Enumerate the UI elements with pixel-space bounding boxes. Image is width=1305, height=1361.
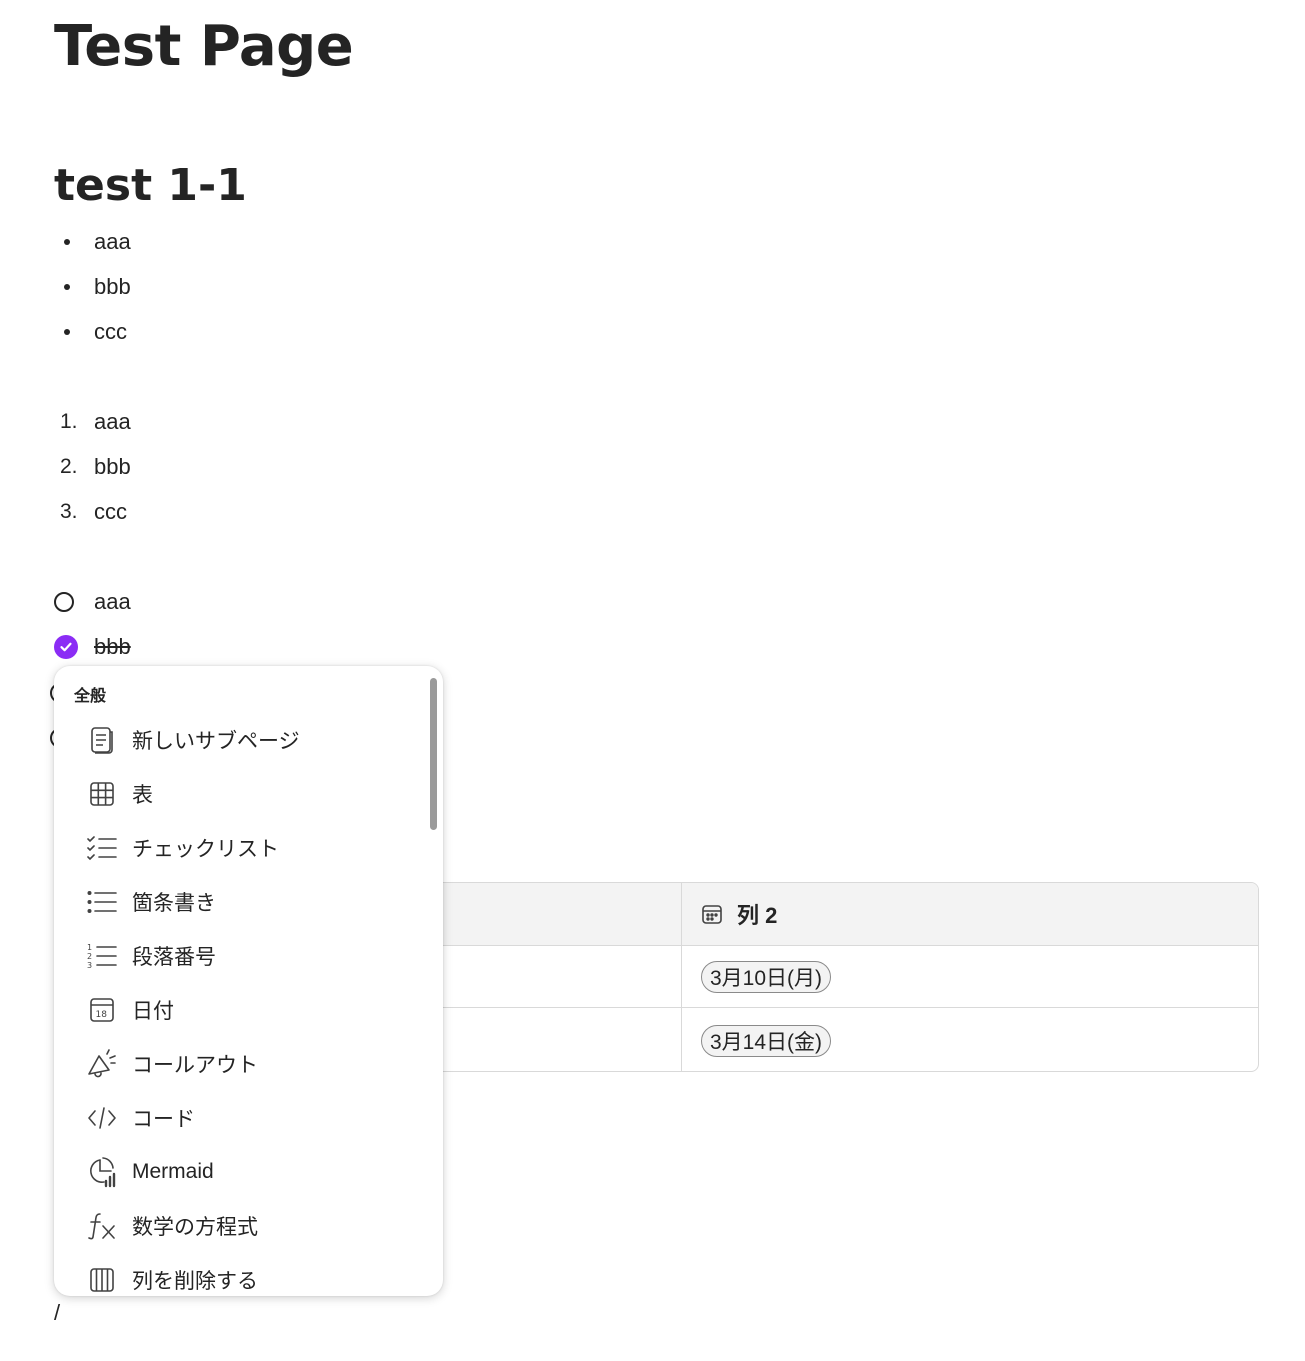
slash-command-menu: 全般 新しいサブページ 表 チェックリスト 箇条書き 1 2 3 段落番号 18…	[54, 666, 443, 1296]
code-icon	[84, 1100, 120, 1136]
menu-item-label: 段落番号	[132, 946, 216, 969]
date-pill[interactable]: 3月14日(金)	[701, 1025, 832, 1057]
menu-item-label: 新しいサブページ	[132, 730, 300, 753]
menu-item-label: コールアウト	[132, 1054, 258, 1077]
number-marker: 3.	[60, 500, 78, 523]
bullet-item[interactable]: bbb	[54, 269, 131, 305]
menu-item-label: コード	[132, 1108, 195, 1131]
number-marker: 1.	[60, 410, 78, 433]
document-icon	[84, 722, 120, 758]
bullet-text[interactable]: aaa	[94, 229, 131, 255]
numbered-list-icon: 1 2 3	[84, 938, 120, 974]
unchecked-checkbox[interactable]	[54, 592, 74, 612]
menu-item-date[interactable]: 18 日付	[54, 986, 424, 1034]
column-2-title: 列 2	[737, 903, 778, 928]
menu-item-math-equation[interactable]: 数学の方程式	[54, 1202, 424, 1250]
numbered-text[interactable]: bbb	[94, 454, 131, 480]
bullet-list-icon	[84, 884, 120, 920]
function-icon	[84, 1208, 120, 1244]
delete-column-icon	[84, 1262, 120, 1296]
calendar-icon	[701, 903, 723, 925]
chart-icon	[84, 1154, 120, 1190]
numbered-text[interactable]: ccc	[94, 499, 127, 525]
bullet-item[interactable]: ccc	[54, 314, 127, 350]
menu-item-label: 数学の方程式	[132, 1216, 258, 1239]
menu-item-delete-column[interactable]: 列を削除する	[54, 1256, 424, 1296]
menu-item-mermaid[interactable]: Mermaid	[54, 1148, 424, 1196]
checklist-item[interactable]: bbb	[54, 629, 131, 665]
svg-text:3: 3	[87, 961, 92, 970]
page-title[interactable]: Test Page	[54, 14, 354, 80]
menu-item-label: Mermaid	[132, 1160, 214, 1183]
bullet-marker	[54, 284, 94, 290]
bullet-marker	[54, 239, 94, 245]
svg-text:1: 1	[87, 943, 92, 952]
menu-item-new-subpage[interactable]: 新しいサブページ	[54, 716, 424, 764]
bullet-text[interactable]: bbb	[94, 274, 131, 300]
numbered-item[interactable]: 1. aaa	[54, 404, 131, 440]
menu-item-table[interactable]: 表	[54, 770, 424, 818]
menu-item-label: チェックリスト	[132, 838, 279, 861]
column-divider	[681, 883, 682, 1071]
menu-item-label: 日付	[132, 1000, 174, 1023]
menu-item-numbered-list[interactable]: 1 2 3 段落番号	[54, 932, 424, 980]
table-icon	[84, 776, 120, 812]
checklist-text[interactable]: bbb	[94, 634, 131, 660]
checklist-text[interactable]: aaa	[94, 589, 131, 615]
menu-item-label: 箇条書き	[132, 892, 216, 915]
menu-item-bullet-list[interactable]: 箇条書き	[54, 878, 424, 926]
numbered-item[interactable]: 3. ccc	[54, 494, 127, 530]
menu-item-callout[interactable]: コールアウト	[54, 1040, 424, 1088]
menu-section-label: 全般	[74, 688, 107, 705]
date-pill[interactable]: 3月10日(月)	[701, 961, 832, 993]
megaphone-icon	[84, 1046, 120, 1082]
menu-item-checklist[interactable]: チェックリスト	[54, 824, 424, 872]
number-marker: 2.	[60, 455, 78, 478]
column-2-header[interactable]: 列 2	[701, 883, 777, 945]
menu-scrollbar[interactable]	[430, 678, 437, 830]
menu-item-code[interactable]: コード	[54, 1094, 424, 1142]
svg-text:18: 18	[96, 1010, 108, 1020]
checklist-icon	[84, 830, 120, 866]
section-heading[interactable]: test 1-1	[54, 156, 247, 216]
menu-item-label: 表	[132, 784, 153, 807]
bullet-item[interactable]: aaa	[54, 224, 131, 260]
calendar-icon: 18	[84, 992, 120, 1028]
checklist-item[interactable]: aaa	[54, 584, 131, 620]
menu-item-label: 列を削除する	[132, 1270, 258, 1293]
bullet-marker	[54, 329, 94, 335]
svg-text:2: 2	[87, 952, 92, 961]
editor-slash-input[interactable]: /	[54, 1300, 60, 1326]
checked-checkbox[interactable]	[54, 635, 78, 659]
numbered-item[interactable]: 2. bbb	[54, 449, 131, 485]
numbered-text[interactable]: aaa	[94, 409, 131, 435]
bullet-text[interactable]: ccc	[94, 319, 127, 345]
